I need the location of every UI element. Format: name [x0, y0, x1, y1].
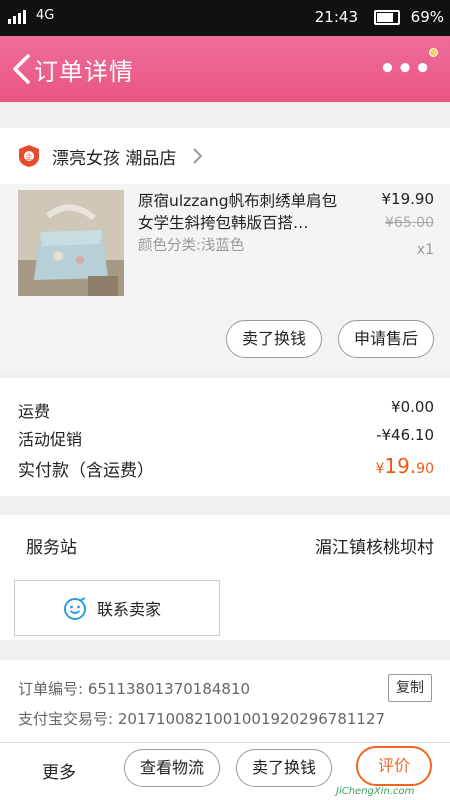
more-dots-icon[interactable]: ••• — [379, 54, 432, 84]
promo-value: -¥46.10 — [376, 426, 434, 444]
sell-for-cash-button[interactable]: 卖了换钱 — [226, 320, 322, 358]
more-link[interactable]: 更多 — [42, 758, 76, 783]
signal-icon — [8, 10, 26, 24]
review-button[interactable]: 评价 — [356, 746, 432, 786]
status-bar: 4G 21:43 69% — [0, 0, 450, 36]
product-item[interactable]: 原宿ulzzang帆布刺绣单肩包女学生斜挎包韩版百搭… 颜色分类:浅蓝色 ¥19… — [0, 184, 450, 372]
notification-dot — [429, 48, 438, 57]
copy-button[interactable]: 复制 — [388, 674, 432, 702]
after-sales-button[interactable]: 申请售后 — [338, 320, 434, 358]
sell-for-cash-bottom-button[interactable]: 卖了换钱 — [236, 749, 332, 787]
service-section: 服务站 湄江镇核桃坝村 联系卖家 — [0, 515, 450, 640]
service-station-label: 服务站 — [26, 538, 77, 558]
battery-percent: 69% — [410, 8, 444, 26]
paid-decimal: 90 — [416, 461, 434, 477]
clock: 21:43 — [314, 8, 358, 26]
app-header: 订单详情 ••• — [0, 36, 450, 102]
chat-smile-icon — [64, 597, 86, 620]
product-variant: 颜色分类:浅蓝色 — [138, 238, 245, 254]
page-title: 订单详情 — [34, 58, 134, 86]
paid-amount: ¥19.90 — [375, 454, 434, 478]
product-quantity: x1 — [416, 242, 434, 258]
chevron-right-icon — [193, 148, 203, 164]
store-logo-icon: 企 — [19, 145, 39, 167]
product-price: ¥19.90 — [381, 190, 435, 208]
paid-integer: 19. — [384, 454, 417, 478]
contact-seller-button[interactable]: 联系卖家 — [14, 580, 220, 636]
alipay-number: 支付宝交易号: 2017100821001001920296781127 — [18, 710, 386, 728]
shipping-label: 运费 — [18, 402, 51, 421]
shipping-value: ¥0.00 — [391, 398, 434, 416]
promo-label: 活动促销 — [18, 430, 83, 449]
network-type: 4G — [36, 8, 55, 23]
totals-section: 运费 ¥0.00 活动促销 -¥46.10 实付款（含运费） ¥19.90 — [0, 378, 450, 496]
order-info-section: 订单编号: 65113801370184810 复制 支付宝交易号: 20171… — [0, 660, 450, 742]
svg-text:企: 企 — [26, 152, 33, 161]
product-title[interactable]: 原宿ulzzang帆布刺绣单肩包女学生斜挎包韩版百搭… — [138, 190, 350, 234]
watermark: JiChengXin.com — [336, 786, 415, 797]
service-station-value: 湄江镇核桃坝村 — [315, 538, 434, 558]
store-name[interactable]: 漂亮女孩 潮品店 — [52, 144, 176, 169]
battery-icon — [374, 10, 400, 25]
view-logistics-button[interactable]: 查看物流 — [124, 749, 220, 787]
store-row[interactable]: 企 漂亮女孩 潮品店 — [0, 128, 450, 184]
store-card: 企 漂亮女孩 潮品店 原宿ulzzang帆布刺绣单肩包女学生斜挎包韩版百搭… 颜… — [0, 128, 450, 372]
product-image[interactable] — [18, 190, 124, 296]
contact-seller-label[interactable]: 联系卖家 — [97, 596, 161, 620]
paid-label: 实付款（含运费） — [18, 461, 154, 481]
product-original-price: ¥65.00 — [385, 215, 434, 231]
order-number: 订单编号: 65113801370184810 — [18, 680, 251, 698]
